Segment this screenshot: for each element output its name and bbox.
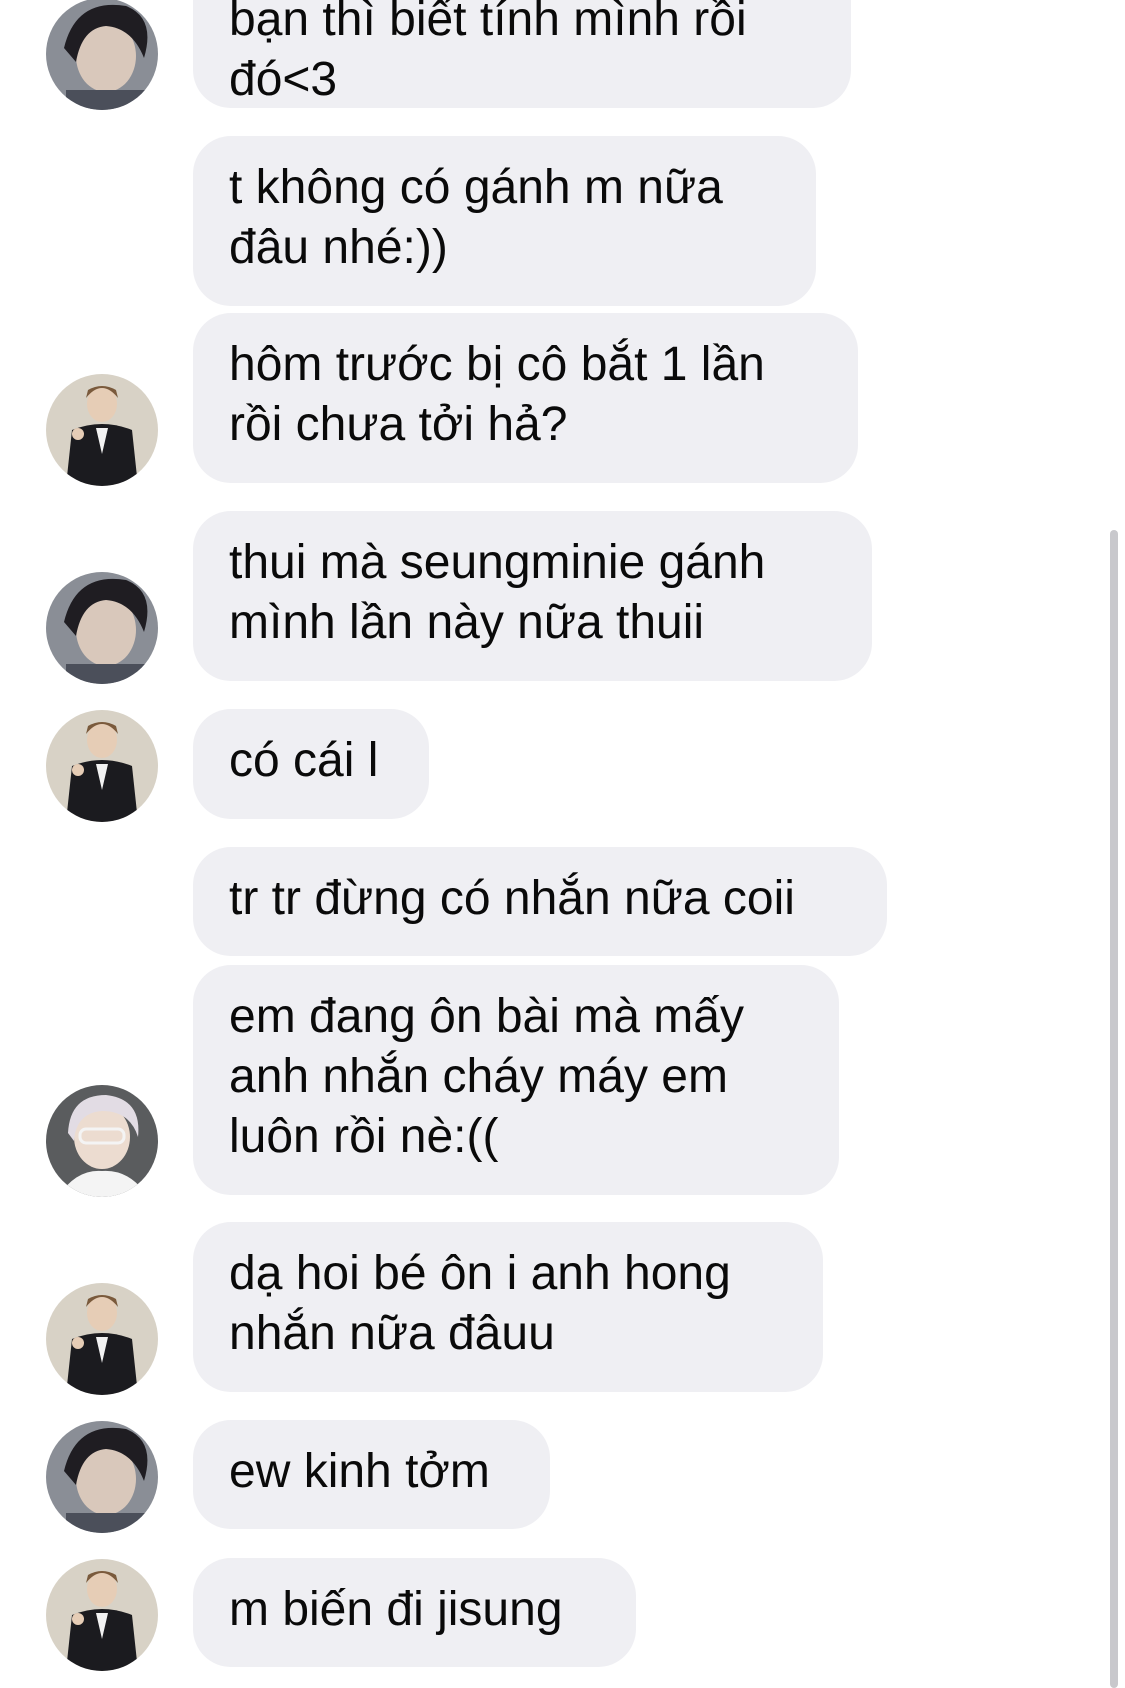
message-bubble[interactable]: thui mà seungminie gánh mình lần này nữa… bbox=[193, 511, 872, 681]
avatar-suit[interactable] bbox=[46, 1283, 158, 1395]
message-bubble[interactable]: m biến đi jisung bbox=[193, 1558, 636, 1667]
message-bubble[interactable]: ew kinh tởm bbox=[193, 1420, 550, 1529]
message-bubble[interactable]: hôm trước bị cô bắt 1 lần rồi chưa tởi h… bbox=[193, 313, 858, 483]
message-bubble[interactable]: dạ hoi bé ôn i anh hong nhắn nữa đâuu bbox=[193, 1222, 823, 1392]
avatar-blonde[interactable] bbox=[46, 1085, 158, 1197]
message-bubble[interactable]: có cái l bbox=[193, 709, 429, 819]
message-bubble[interactable]: t không có gánh m nữa đâu nhé:)) bbox=[193, 136, 816, 306]
scrollbar[interactable] bbox=[1110, 530, 1118, 1688]
avatar-suit[interactable] bbox=[46, 710, 158, 822]
avatar-suit[interactable] bbox=[46, 1559, 158, 1671]
chat-thread[interactable]: bạn thì biết tính mình rồi đó<3 t không … bbox=[0, 0, 1125, 1688]
message-bubble[interactable]: em đang ôn bài mà mấy anh nhắn cháy máy … bbox=[193, 965, 839, 1195]
avatar-dark-hair[interactable] bbox=[46, 0, 158, 110]
avatar-dark-hair[interactable] bbox=[46, 572, 158, 684]
avatar-suit[interactable] bbox=[46, 374, 158, 486]
avatar-dark-hair[interactable] bbox=[46, 1421, 158, 1533]
message-bubble[interactable]: tr tr đừng có nhắn nữa coii bbox=[193, 847, 887, 956]
message-bubble[interactable]: bạn thì biết tính mình rồi đó<3 bbox=[193, 0, 851, 108]
